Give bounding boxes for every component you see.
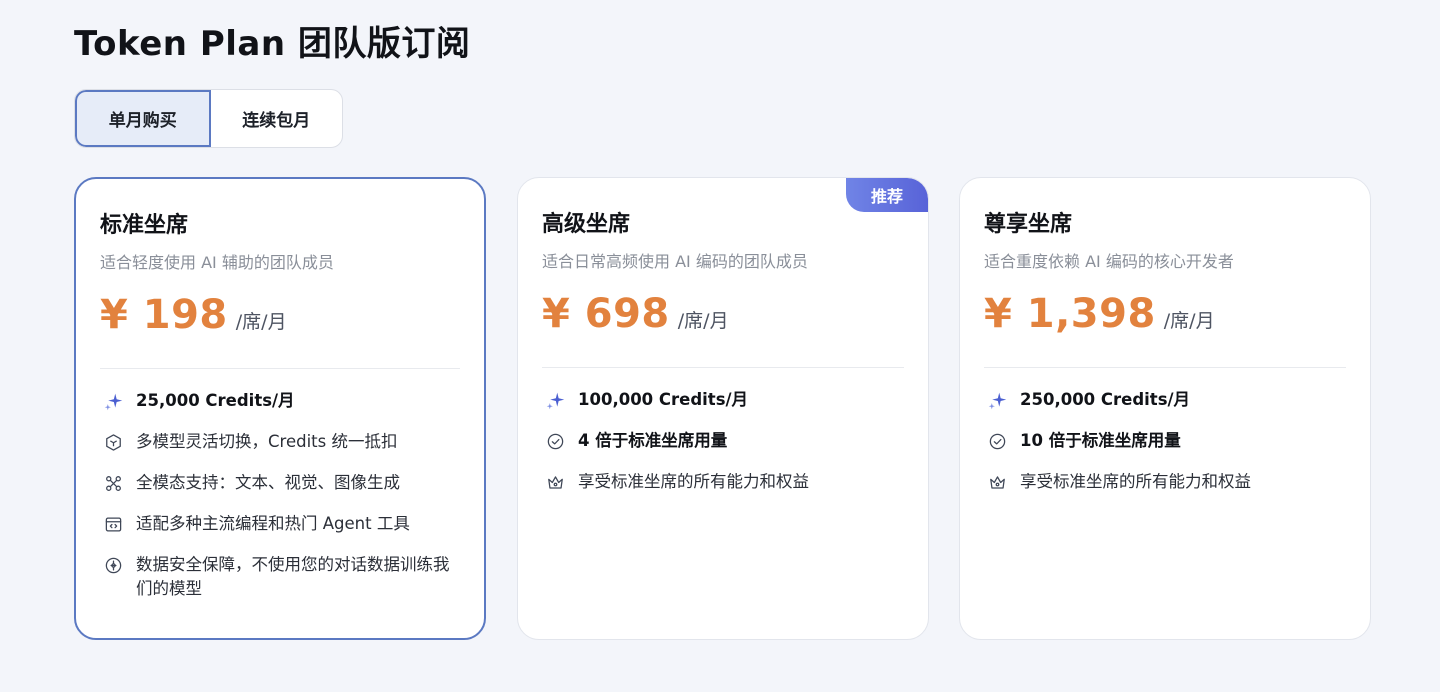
cube-icon <box>102 430 124 454</box>
feature-text: 享受标准坐席的所有能力和权益 <box>578 472 809 491</box>
price-row: ¥ 1,398 /席/月 <box>984 291 1346 345</box>
shield-icon <box>102 553 124 577</box>
divider <box>984 367 1346 368</box>
plan-name: 高级坐席 <box>542 212 631 237</box>
page-title: Token Plan 团队版订阅 <box>74 24 471 64</box>
feature-item: 数据安全保障，不使用您的对话数据训练我们的模型 <box>100 553 460 601</box>
feature-item: 全模态支持：文本、视觉、图像生成 <box>100 471 460 495</box>
feature-item: 10 倍于标准坐席用量 <box>984 429 1346 453</box>
plan-name: 尊享坐席 <box>984 212 1073 237</box>
feature-text: 享受标准坐席的所有能力和权益 <box>1020 472 1251 491</box>
feature-text: 全模态支持：文本、视觉、图像生成 <box>136 473 400 492</box>
price-unit: /席/月 <box>235 311 287 333</box>
plan-description: 适合重度依赖 AI 编码的核心开发者 <box>984 252 1234 271</box>
multimodal-icon <box>102 471 124 495</box>
divider <box>100 368 460 369</box>
feature-text: 25,000 Credits/月 <box>136 391 295 410</box>
check-circle-icon <box>986 429 1008 453</box>
plan-price: ¥ 698 <box>542 291 670 337</box>
feature-text: 适配多种主流编程和热门 Agent 工具 <box>136 514 410 533</box>
crown-icon <box>544 470 566 494</box>
plan-price: ¥ 1,398 <box>984 291 1156 337</box>
plan-price: ¥ 198 <box>100 292 228 338</box>
feature-item: 适配多种主流编程和热门 Agent 工具 <box>100 512 460 536</box>
price-row: ¥ 698 /席/月 <box>542 291 904 345</box>
billing-period-toggle: 单月购买 连续包月 <box>74 89 343 148</box>
tab-single-month[interactable]: 单月购买 <box>75 90 211 147</box>
price-row: ¥ 198 /席/月 <box>100 292 460 346</box>
check-circle-icon <box>544 429 566 453</box>
feature-list: 250,000 Credits/月 10 倍于标准坐席用量 享受标准坐席的所有能… <box>984 388 1346 494</box>
feature-text: 10 倍于标准坐席用量 <box>1020 431 1181 450</box>
plan-card-standard[interactable]: 标准坐席 适合轻度使用 AI 辅助的团队成员 ¥ 198 /席/月 25,000… <box>74 177 486 640</box>
sparkle-icon <box>544 388 566 412</box>
plan-description: 适合轻度使用 AI 辅助的团队成员 <box>100 253 334 272</box>
sparkle-icon <box>986 388 1008 412</box>
plan-card-premium[interactable]: 尊享坐席 适合重度依赖 AI 编码的核心开发者 ¥ 1,398 /席/月 250… <box>959 177 1371 640</box>
plan-card-advanced[interactable]: 推荐 高级坐席 适合日常高频使用 AI 编码的团队成员 ¥ 698 /席/月 1… <box>517 177 929 640</box>
feature-text: 250,000 Credits/月 <box>1020 390 1191 409</box>
plan-name: 标准坐席 <box>100 213 189 238</box>
feature-list: 100,000 Credits/月 4 倍于标准坐席用量 享受标准坐席的所有能力… <box>542 388 904 494</box>
plan-description: 适合日常高频使用 AI 编码的团队成员 <box>542 252 808 271</box>
feature-list: 25,000 Credits/月 多模型灵活切换，Credits 统一抵扣 全模… <box>100 389 460 601</box>
feature-item: 享受标准坐席的所有能力和权益 <box>984 470 1346 494</box>
divider <box>542 367 904 368</box>
feature-item: 25,000 Credits/月 <box>100 389 460 413</box>
crown-icon <box>986 470 1008 494</box>
feature-text: 多模型灵活切换，Credits 统一抵扣 <box>136 432 398 451</box>
feature-text: 4 倍于标准坐席用量 <box>578 431 728 450</box>
feature-text: 数据安全保障，不使用您的对话数据训练我们的模型 <box>136 555 450 598</box>
feature-item: 100,000 Credits/月 <box>542 388 904 412</box>
feature-item: 享受标准坐席的所有能力和权益 <box>542 470 904 494</box>
feature-item: 250,000 Credits/月 <box>984 388 1346 412</box>
code-window-icon <box>102 512 124 536</box>
recommended-badge: 推荐 <box>846 178 928 212</box>
tab-monthly-subscription[interactable]: 连续包月 <box>211 90 343 147</box>
sparkle-icon <box>102 389 124 413</box>
feature-item: 4 倍于标准坐席用量 <box>542 429 904 453</box>
feature-text: 100,000 Credits/月 <box>578 390 749 409</box>
price-unit: /席/月 <box>1163 310 1215 332</box>
price-unit: /席/月 <box>677 310 729 332</box>
feature-item: 多模型灵活切换，Credits 统一抵扣 <box>100 430 460 454</box>
